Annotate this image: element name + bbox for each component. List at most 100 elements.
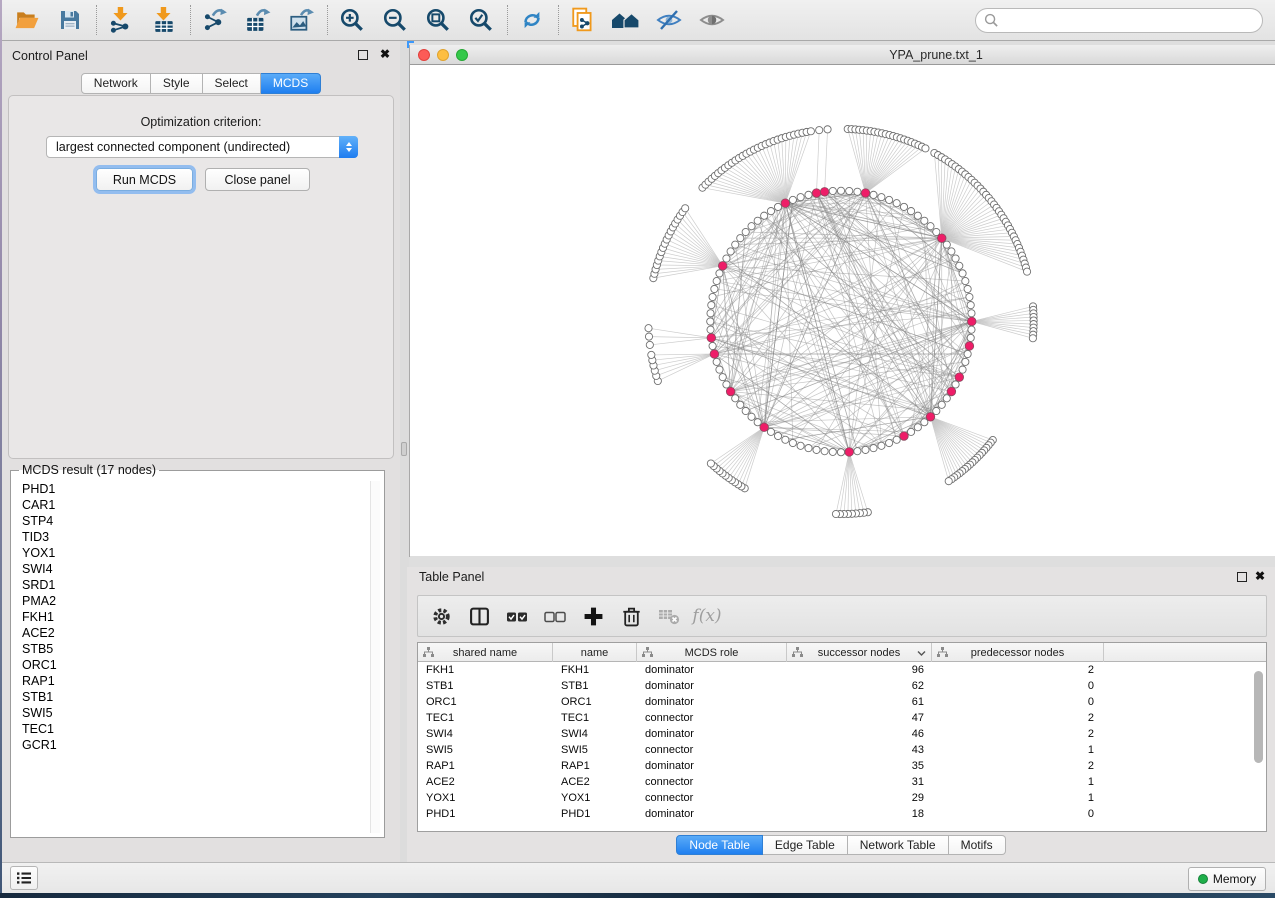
tab-edge-table[interactable]: Edge Table — [763, 835, 848, 855]
cell: PHD1 — [418, 806, 553, 822]
mcds-result-item[interactable]: FKH1 — [22, 609, 384, 625]
mcds-result-item[interactable]: STB1 — [22, 689, 384, 705]
mcds-result-item[interactable]: TEC1 — [22, 721, 384, 737]
cell: 1 — [932, 742, 1104, 758]
table-scrollbar[interactable] — [1254, 665, 1264, 827]
import-table-button[interactable] — [147, 4, 181, 36]
tab-network-table[interactable]: Network Table — [848, 835, 949, 855]
export-table-button[interactable] — [241, 4, 275, 36]
mcds-result-scrollbar[interactable] — [370, 481, 380, 833]
tab-node-table[interactable]: Node Table — [676, 835, 763, 855]
memory-button[interactable]: Memory — [1188, 867, 1266, 891]
close-panel-button[interactable]: Close panel — [205, 168, 310, 191]
scrollbar-thumb[interactable] — [1254, 671, 1263, 763]
add-column-button[interactable] — [578, 601, 608, 631]
mcds-result-item[interactable]: YOX1 — [22, 545, 384, 561]
show-all-button[interactable] — [695, 4, 729, 36]
table-row[interactable]: ACE2ACE2connector311 — [418, 774, 1266, 790]
cell: 1 — [932, 774, 1104, 790]
maximize-traffic-light[interactable] — [456, 49, 468, 61]
table-row[interactable]: FKH1FKH1dominator962 — [418, 662, 1266, 678]
delete-entries-button[interactable] — [616, 601, 646, 631]
save-session-button[interactable] — [53, 4, 87, 36]
table-row[interactable]: STB1STB1dominator620 — [418, 678, 1266, 694]
mcds-result-item[interactable]: PMA2 — [22, 593, 384, 609]
hide-selected-button[interactable] — [652, 4, 686, 36]
float-icon[interactable] — [358, 50, 368, 60]
mcds-result-item[interactable]: ORC1 — [22, 657, 384, 673]
network-window-title: YPA_prune.txt_1 — [889, 48, 983, 62]
tab-style[interactable]: Style — [151, 73, 203, 94]
mcds-result-item[interactable]: SWI4 — [22, 561, 384, 577]
run-mcds-button[interactable]: Run MCDS — [96, 168, 193, 191]
mcds-result-item[interactable]: RAP1 — [22, 673, 384, 689]
table-row[interactable]: RAP1RAP1dominator352 — [418, 758, 1266, 774]
export-image-button[interactable] — [284, 4, 318, 36]
search-box[interactable] — [975, 8, 1263, 33]
zoom-in-icon — [339, 7, 365, 33]
table-row[interactable]: SWI5SWI5connector431 — [418, 742, 1266, 758]
mcds-result-item[interactable]: PHD1 — [22, 481, 384, 497]
search-icon — [984, 13, 999, 28]
hierarchy-icon — [792, 647, 803, 661]
deselect-all-button[interactable] — [540, 601, 570, 631]
optimization-criterion-dropdown[interactable]: largest connected component (undirected) — [46, 136, 358, 158]
mcds-result-item[interactable]: STP4 — [22, 513, 384, 529]
table-settings-button[interactable] — [426, 601, 456, 631]
column-label: successor nodes — [818, 647, 901, 659]
select-all-button[interactable] — [502, 601, 532, 631]
float-icon[interactable] — [1237, 572, 1247, 582]
gear-icon — [431, 606, 452, 627]
search-input[interactable] — [1004, 13, 1254, 29]
close-traffic-light[interactable] — [418, 49, 430, 61]
new-network-from-selection-button[interactable] — [566, 4, 600, 36]
cell: 2 — [932, 758, 1104, 774]
column-label: shared name — [453, 647, 517, 659]
tab-motifs[interactable]: Motifs — [949, 835, 1006, 855]
show-columns-button[interactable] — [464, 601, 494, 631]
column-header-name[interactable]: name — [553, 643, 637, 662]
tab-network[interactable]: Network — [81, 73, 151, 94]
zoom-in-button[interactable] — [335, 4, 369, 36]
column-header-MCDS-role[interactable]: MCDS role — [637, 643, 787, 662]
table-row[interactable]: PHD1PHD1dominator180 — [418, 806, 1266, 822]
network-canvas[interactable] — [410, 65, 1275, 556]
mcds-result-item[interactable]: ACE2 — [22, 625, 384, 641]
table-row[interactable]: ORC1ORC1dominator610 — [418, 694, 1266, 710]
network-graph[interactable] — [410, 65, 1275, 556]
delete-table-button[interactable] — [654, 601, 684, 631]
zoom-fit-button[interactable] — [421, 4, 455, 36]
zoom-selected-button[interactable] — [464, 4, 498, 36]
mcds-result-item[interactable]: GCR1 — [22, 737, 384, 753]
mcds-result-item[interactable]: CAR1 — [22, 497, 384, 513]
minimize-traffic-light[interactable] — [437, 49, 449, 61]
first-neighbors-button[interactable] — [609, 4, 643, 36]
table-row[interactable]: TEC1TEC1connector472 — [418, 710, 1266, 726]
network-window-titlebar[interactable]: YPA_prune.txt_1 — [410, 45, 1275, 65]
table-row[interactable]: YOX1YOX1connector291 — [418, 790, 1266, 806]
task-history-button[interactable] — [10, 866, 38, 890]
function-builder-button[interactable]: f(x) — [692, 601, 722, 631]
import-network-button[interactable] — [104, 4, 138, 36]
mcds-result-item[interactable]: SWI5 — [22, 705, 384, 721]
refresh-layout-button[interactable] — [515, 4, 549, 36]
table-row[interactable]: SWI4SWI4dominator462 — [418, 726, 1266, 742]
main-toolbar — [2, 0, 1275, 41]
close-icon[interactable]: ✖ — [380, 47, 390, 61]
mcds-tab-content: Optimization criterion: largest connecte… — [8, 95, 394, 459]
column-header-predecessor-nodes[interactable]: predecessor nodes — [932, 643, 1104, 662]
mcds-result-item[interactable]: STB5 — [22, 641, 384, 657]
mcds-result-item[interactable]: TID3 — [22, 529, 384, 545]
column-header-successor-nodes[interactable]: successor nodes — [787, 643, 932, 662]
mcds-result-item[interactable]: SRD1 — [22, 577, 384, 593]
splitter-grip[interactable] — [401, 442, 407, 456]
tab-select[interactable]: Select — [203, 73, 261, 94]
dropdown-stepper-icon — [339, 136, 358, 158]
export-network-button[interactable] — [198, 4, 232, 36]
zoom-out-button[interactable] — [378, 4, 412, 36]
cell: dominator — [637, 758, 787, 774]
tab-mcds[interactable]: MCDS — [261, 73, 321, 94]
close-icon[interactable]: ✖ — [1255, 569, 1265, 583]
open-file-button[interactable] — [10, 4, 44, 36]
column-header-shared-name[interactable]: shared name — [418, 643, 553, 662]
